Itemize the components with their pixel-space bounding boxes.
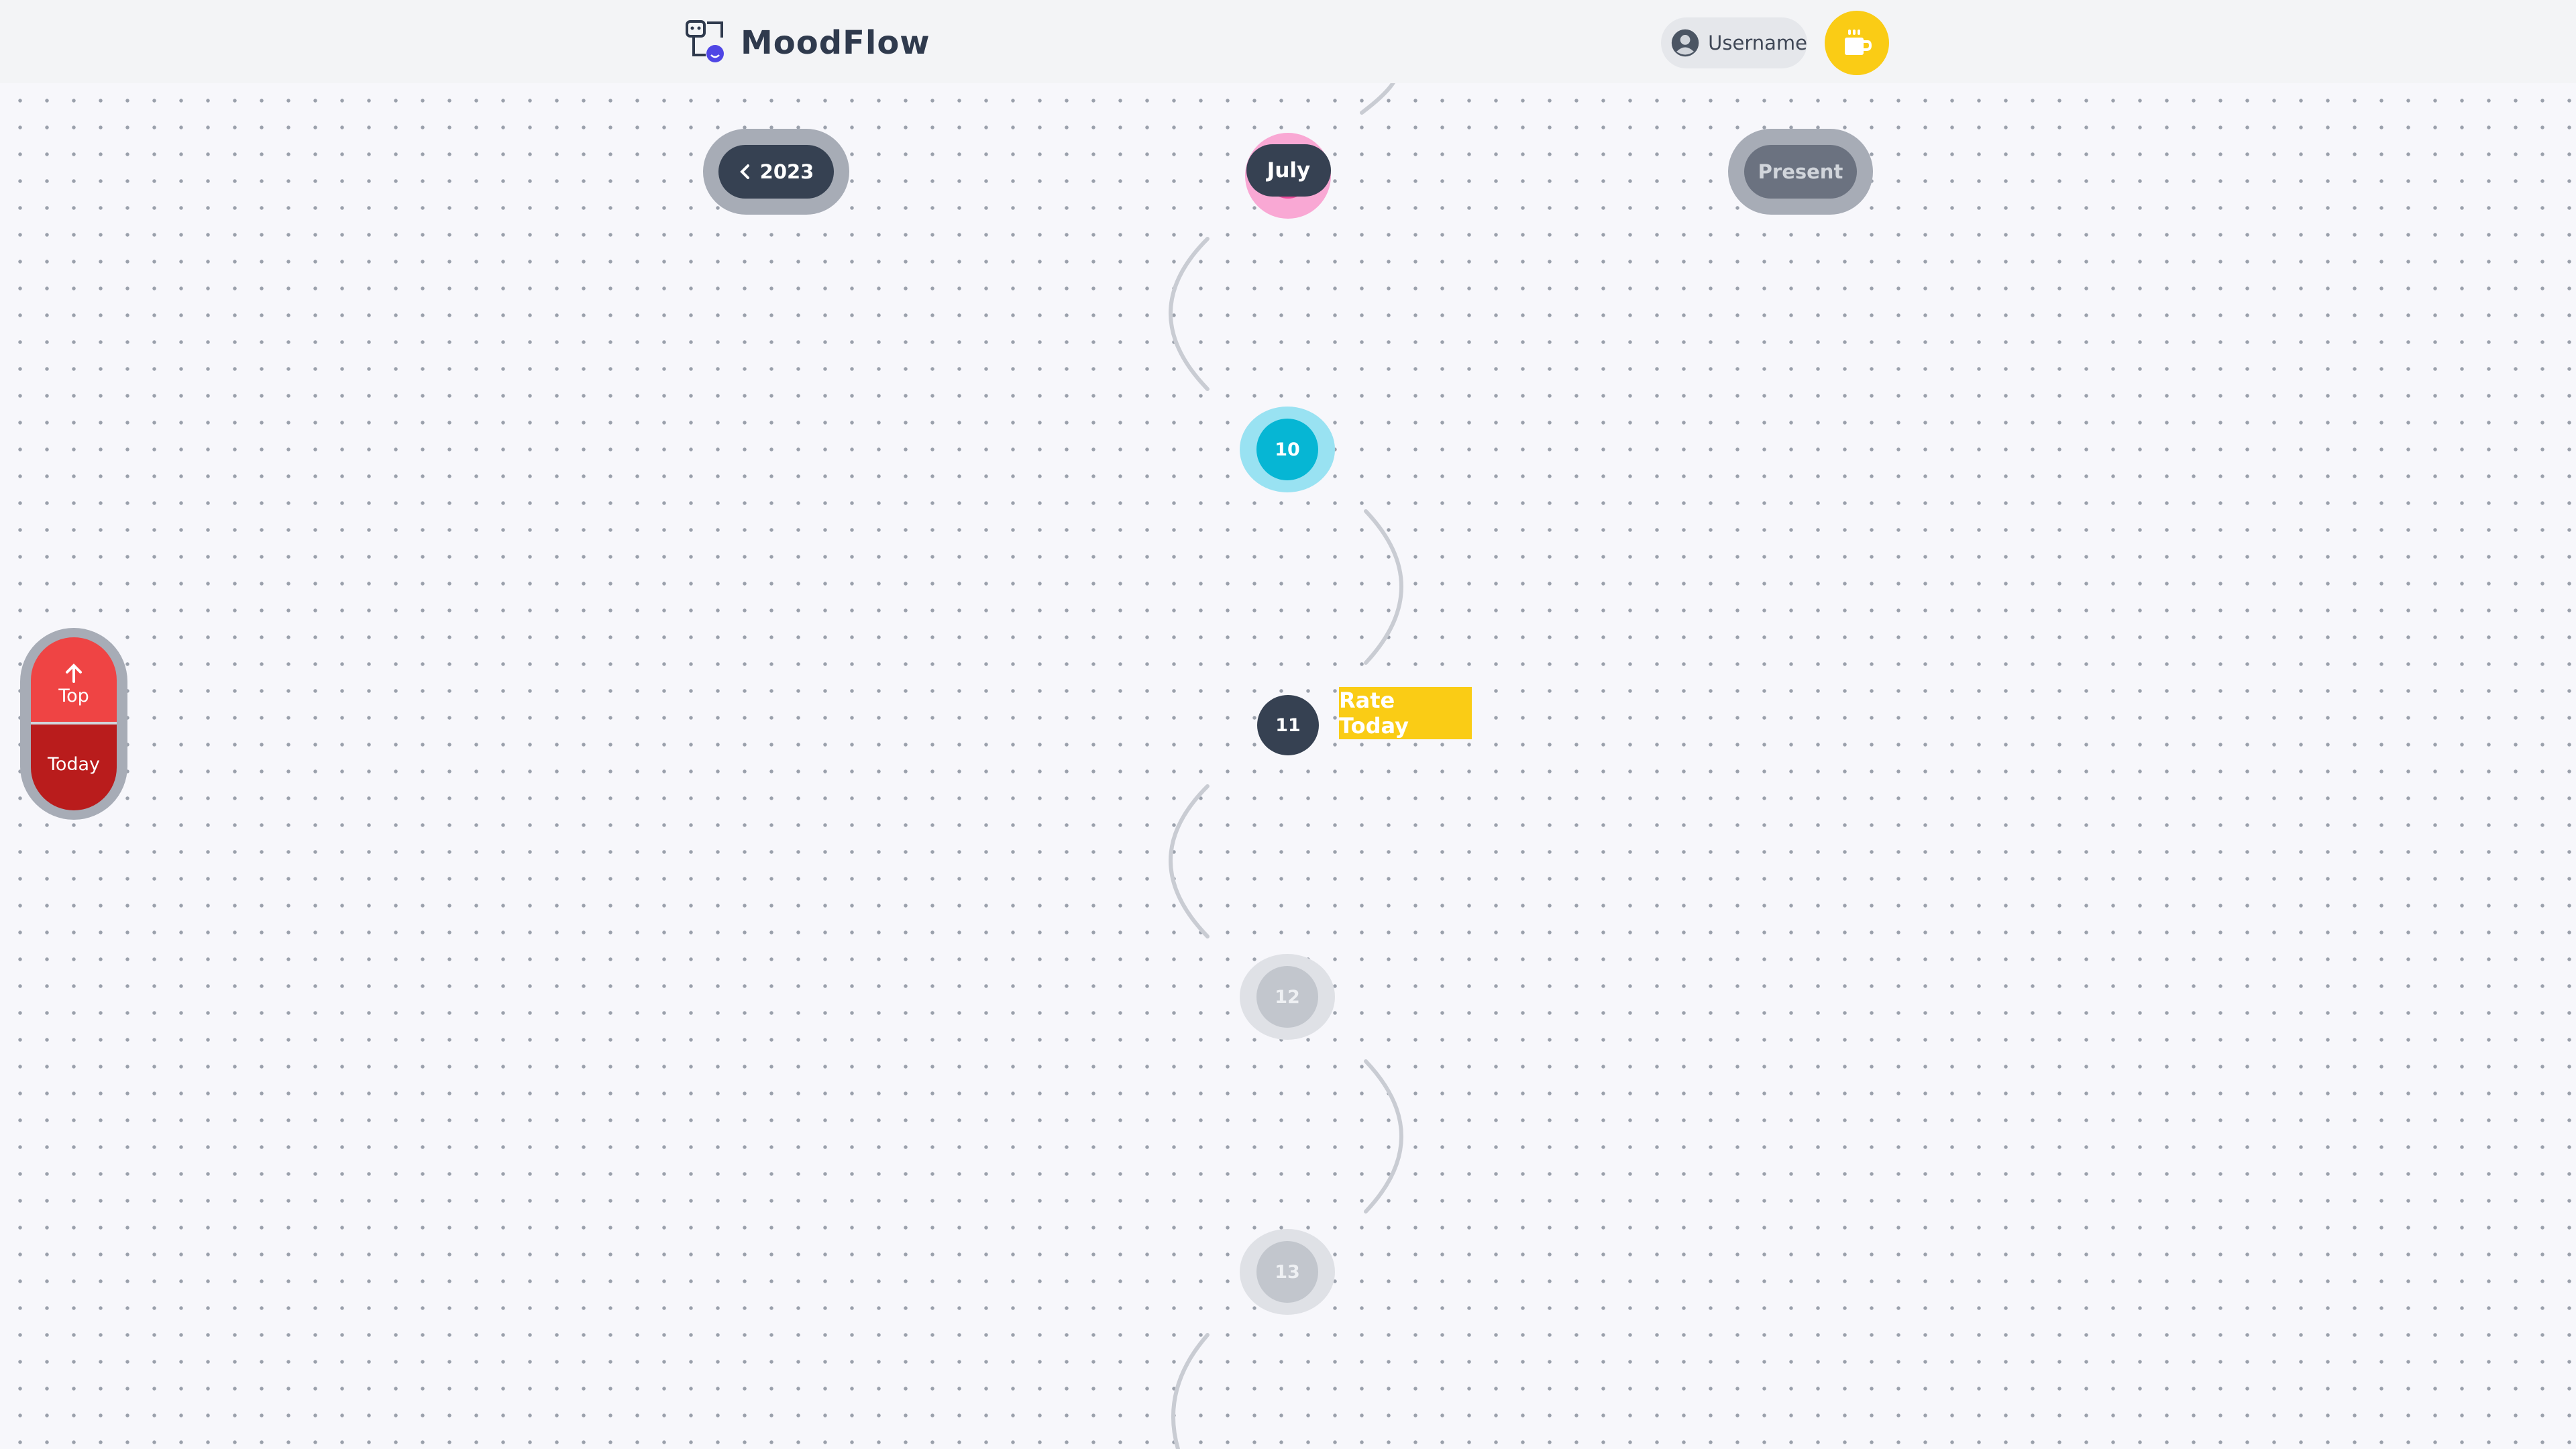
chevron-left-icon [739, 164, 749, 179]
scroll-top-label: Top [58, 685, 89, 706]
scroll-today-label: Today [47, 753, 101, 775]
day-node-12[interactable]: 12 [1240, 954, 1335, 1040]
username-label: Username [1708, 32, 1807, 54]
day-label: 10 [1256, 419, 1318, 480]
day-label: 12 [1256, 966, 1318, 1028]
user-avatar-icon [1671, 29, 1699, 57]
rate-today-button[interactable]: Rate Today [1339, 687, 1472, 739]
present-pill: Present [1728, 129, 1873, 215]
arrow-up-icon [66, 663, 82, 683]
prev-year-label: 2023 [759, 160, 814, 183]
day-node-10[interactable]: 10 [1240, 407, 1335, 492]
day-label: 11 [1275, 714, 1301, 736]
coffee-button[interactable] [1825, 11, 1889, 75]
day-node-11[interactable]: 11 [1257, 695, 1319, 755]
day-label: 13 [1256, 1241, 1318, 1303]
scroll-top-button[interactable]: Top [31, 637, 117, 722]
prev-year-button[interactable]: 2023 [718, 145, 834, 199]
app-logo[interactable]: MoodFlow [684, 19, 930, 67]
present-button[interactable]: Present [1744, 145, 1857, 199]
prev-year-pill: 2023 [703, 129, 849, 215]
month-label[interactable]: July [1246, 144, 1331, 197]
present-label: Present [1758, 160, 1843, 183]
app-header: MoodFlow Username [0, 0, 2576, 83]
app-name: MoodFlow [741, 24, 930, 62]
day-node-13[interactable]: 13 [1240, 1229, 1335, 1315]
scroll-today-button[interactable]: Today [31, 724, 117, 810]
user-menu-button[interactable]: Username [1661, 17, 1807, 68]
moodflow-logo-icon [686, 20, 724, 62]
coffee-cup-icon [1845, 30, 1872, 55]
side-navigation: Top Today [20, 628, 127, 820]
